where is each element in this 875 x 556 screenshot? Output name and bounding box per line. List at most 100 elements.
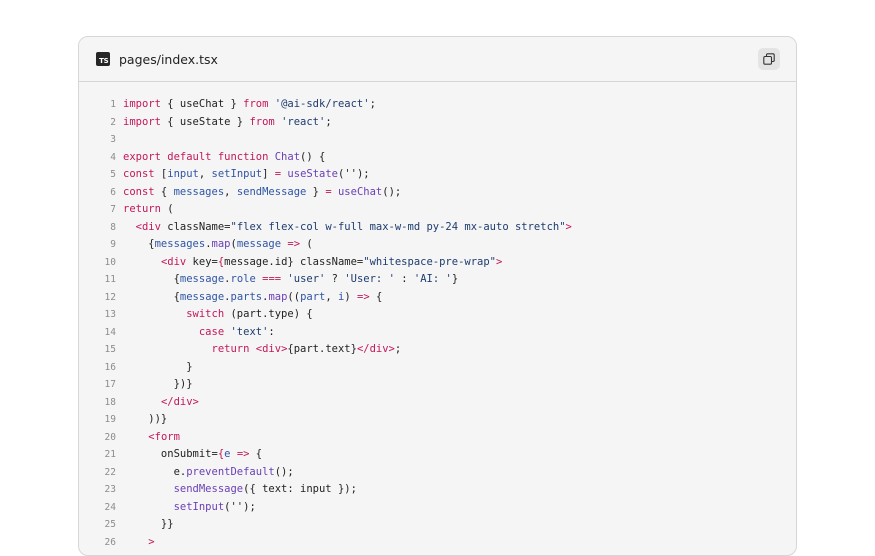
code-content[interactable]: 1 import { useChat } from '@ai-sdk/react'… [79,82,796,551]
code-token: () { [300,150,326,163]
typescript-file-icon: TS [96,52,110,66]
code-text: onSubmit={e => { [123,446,262,464]
code-line: 22 e.preventDefault(); [79,464,796,482]
code-token: onSubmit= [123,448,218,460]
code-token: message [236,238,282,250]
code-text: {message.parts.map((part, i) => { [123,289,383,307]
line-number: 16 [104,361,116,373]
code-token: return [123,203,161,215]
line-number: 18 [104,396,116,408]
code-token: return [211,343,250,355]
code-line: 10 <div key={message.id} className="whit… [79,254,796,272]
line-number: 9 [110,239,116,250]
code-token: (''); [224,500,256,513]
code-text: <form [123,429,180,447]
line-number: 6 [110,186,116,198]
line-number: 21 [104,449,116,460]
code-token: { [123,290,180,303]
line-number: 24 [104,501,116,513]
code-token: : [268,325,275,338]
code-text: sendMessage({ text: input }); [123,481,357,499]
code-token: ] [262,168,275,180]
code-token: , [198,168,212,180]
code-text: ))} [123,411,167,429]
code-token: input [167,168,199,180]
code-token: ({ text: input }); [243,483,357,495]
code-block: TS pages/index.tsx 1 import { useChat } f… [78,36,797,556]
code-text: e.preventDefault(); [123,464,294,482]
code-token: part [300,290,326,303]
code-token: ) [344,290,357,303]
code-token: ( [160,203,174,215]
code-token: } [451,273,459,285]
code-token: const [123,185,155,198]
code-token: 'text' [230,325,269,338]
code-token: { useChat } [160,98,244,110]
code-line: 25 }} [79,516,796,534]
code-token: <div> [255,343,288,355]
code-token: { [154,185,174,198]
code-token: sendMessage [236,185,307,198]
code-text: import { useState } from 'react'; [123,114,332,132]
code-token: (); [274,465,294,478]
code-text: } [123,359,193,377]
copy-button[interactable] [758,48,780,70]
code-line: 7 return ( [79,201,796,219]
code-line: 14 case 'text': [79,324,796,342]
code-token: } [306,185,326,198]
line-number: 20 [104,431,116,443]
code-token: e. [123,465,187,478]
code-line: 9 {messages.map(message => ( [79,236,796,254]
line-number: 10 [104,256,116,268]
code-line: 20 <form [79,429,796,447]
code-text: return <div>{part.text}</div>; [123,341,402,359]
code-token: useState [287,168,338,180]
code-token: ; [394,343,402,355]
code-token: switch [186,308,225,320]
code-text: switch (part.type) { [123,306,312,324]
code-token: } [123,360,193,373]
copy-icon [763,53,775,65]
code-line: 21 onSubmit={e => { [79,446,796,464]
line-number: 14 [104,326,116,338]
code-token: case [198,325,225,338]
line-number: 8 [110,221,116,233]
code-token: message [179,290,225,303]
code-token: [ [154,168,168,180]
code-token: useChat [337,185,383,198]
code-token: key= [186,255,218,268]
code-token: from [249,115,275,128]
code-line: 3 [79,131,796,149]
line-number: 12 [104,291,116,303]
code-line: 12 {message.parts.map((part, i) => { [79,289,796,307]
code-token: messages [154,238,206,250]
code-token: role [230,273,256,285]
code-token: <div [135,220,161,233]
code-token: 'User: ' [344,273,395,285]
code-token: message.id} className= [224,255,364,268]
code-text: setInput(''); [123,499,256,517]
code-text: <div className="flex flex-col w-full max… [123,219,572,237]
code-token: 'react' [281,115,326,128]
code-token: { [369,290,383,303]
code-token: === [262,273,282,285]
code-text: }} [123,516,174,534]
code-text: <div key={message.id} className="whitesp… [123,254,502,272]
code-block-header: TS pages/index.tsx [79,37,796,82]
code-text: import { useChat } from '@ai-sdk/react'; [123,96,376,114]
code-token: setInput [173,500,225,513]
code-token: 'AI: ' [413,273,452,285]
code-line: 6 const { messages, sendMessage } = useCh… [79,184,796,202]
code-text: case 'text': [123,324,275,342]
code-token: => [287,238,301,250]
line-number: 5 [110,169,116,180]
code-token: </div> [356,343,395,355]
